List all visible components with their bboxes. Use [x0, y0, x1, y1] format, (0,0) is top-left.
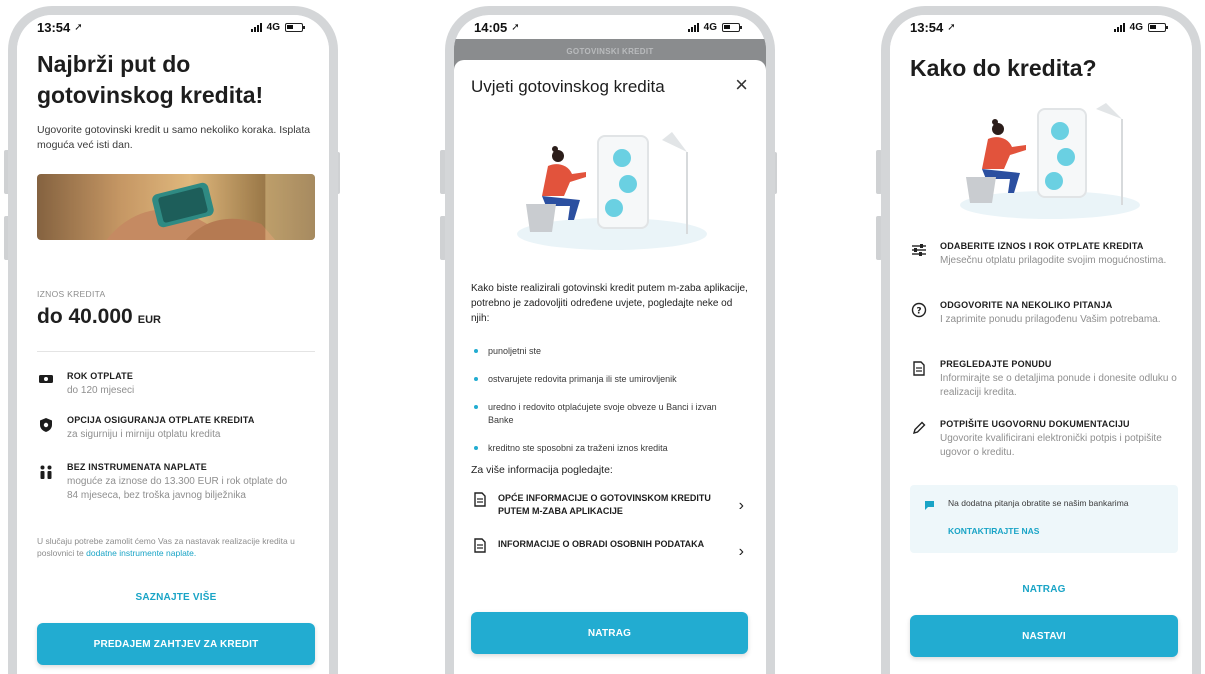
feature-title: OPCIJA OSIGURANJA OTPLATE KREDITA	[67, 415, 255, 425]
step-review-offer: PREGLEDAJTE PONUDU Informirajte se o det…	[910, 359, 1178, 400]
list-item: punoljetni ste	[474, 345, 742, 358]
amount-label: IZNOS KREDITA	[37, 289, 106, 299]
document-icon	[474, 538, 486, 553]
status-bar: 13:54 ➚ 4G	[17, 15, 329, 39]
status-bar: 14:05 ➚ 4G	[454, 15, 766, 39]
feature-desc: do 120 mjeseci	[67, 385, 135, 396]
feature-title: ROK OTPLATE	[67, 371, 134, 381]
list-item: kreditno ste sposobni za traženi iznos k…	[474, 442, 742, 455]
network-label: 4G	[1129, 21, 1143, 33]
conditions-intro: Kako biste realizirali gotovinski kredit…	[471, 283, 748, 324]
battery-icon	[285, 22, 305, 32]
general-info-doc-link[interactable]: OPĆE INFORMACIJE O GOTOVINSKOM KREDITU P…	[474, 492, 744, 518]
banknote-icon	[37, 371, 55, 398]
location-arrow-icon: ➚	[947, 21, 956, 33]
step-answer-questions: ? ODGOVORITE NA NEKOLIKO PITANJA I zapri…	[910, 300, 1178, 327]
feature-desc: za sigurniju i mirniju otplatu kredita	[67, 429, 221, 440]
divider	[37, 351, 315, 352]
footnote: U slučaju potrebe zamolit ćemo Vas za na…	[37, 535, 315, 559]
contact-banner: Na dodatna pitanja obratite se našim ban…	[910, 485, 1178, 553]
intro-text: Ugovorite gotovinski kredit u samo nekol…	[37, 124, 311, 151]
step-desc: Informirajte se o detaljima ponude i don…	[940, 373, 1177, 398]
status-time: 13:54	[37, 19, 71, 35]
loan-illustration	[950, 101, 1150, 226]
pen-icon	[910, 419, 928, 460]
contact-text: Na dodatna pitanja obratite se našim ban…	[948, 498, 1129, 508]
screen-loan-conditions: 14:05 ➚ 4G GOTOVINSKI KREDIT Uvjeti gotov…	[454, 15, 766, 674]
contact-us-link[interactable]: KONTAKTIRAJTE NAS	[948, 526, 1039, 536]
step-sign-documents: POTPIŠITE UGOVORNU DOKUMENTACIJU Ugovori…	[910, 419, 1178, 460]
step-title: ODGOVORITE NA NEKOLIKO PITANJA	[940, 300, 1113, 310]
network-label: 4G	[266, 21, 280, 33]
feature-insurance: OPCIJA OSIGURANJA OTPLATE KREDITA za sig…	[37, 415, 315, 442]
more-info-heading: Za više informacija pogledajte:	[471, 464, 613, 476]
amount-value: do 40.000	[37, 305, 133, 328]
continue-button[interactable]: NASTAVI	[910, 615, 1178, 657]
back-button[interactable]: NATRAG	[910, 584, 1178, 595]
amount-display: do 40.000 EUR	[37, 305, 161, 329]
status-bar: 13:54 ➚ 4G	[890, 15, 1192, 39]
location-arrow-icon: ➚	[74, 21, 83, 33]
feature-no-collateral: BEZ INSTRUMENATA NAPLATE moguće za iznos…	[37, 462, 315, 503]
document-icon	[910, 359, 928, 400]
step-title: ODABERITE IZNOS I ROK OTPLATE KREDITA	[940, 241, 1144, 251]
signal-icon	[687, 22, 699, 32]
screen-how-to-get-loan: 13:54 ➚ 4G Kako do kredita? ODABERITE IZ…	[890, 15, 1192, 674]
status-time: 14:05	[474, 19, 508, 35]
doc-link-label: INFORMACIJE O OBRADI OSOBNIH PODATAKA	[498, 539, 705, 549]
learn-more-button[interactable]: SAZNAJTE VIŠE	[37, 592, 315, 603]
phone-frame-3: 13:54 ➚ 4G Kako do kredita? ODABERITE IZ…	[881, 6, 1201, 674]
modal-title: Uvjeti gotovinskog kredita	[471, 77, 665, 96]
network-label: 4G	[703, 21, 717, 33]
step-desc: Ugovorite kvalificirani elektronički pot…	[940, 433, 1162, 458]
step-title: POTPIŠITE UGOVORNU DOKUMENTACIJU	[940, 419, 1130, 429]
step-desc: I zaprimite ponudu prilagođenu Vašim pot…	[940, 314, 1161, 325]
battery-icon	[1148, 22, 1168, 32]
phone-frame-1: 13:54 ➚ 4G Najbrži put do gotovinskog kre…	[8, 6, 338, 674]
submit-loan-request-button[interactable]: PREDAJEM ZAHTJEV ZA KREDIT	[37, 623, 315, 665]
privacy-doc-link[interactable]: INFORMACIJE O OBRADI OSOBNIH PODATAKA ›	[474, 538, 744, 560]
list-item: ostvarujete redovita primanja ili ste um…	[474, 373, 742, 386]
amount-currency: EUR	[137, 314, 161, 326]
conditions-modal: Uvjeti gotovinskog kredita × Kako biste …	[454, 60, 766, 674]
page-title: Kako do kredita?	[910, 55, 1097, 81]
sliders-icon	[910, 241, 928, 268]
collateral-link[interactable]: dodatne instrumente naplate.	[86, 548, 196, 558]
question-icon: ?	[910, 300, 928, 327]
step-desc: Mjesečnu otplatu prilagodite svojim mogu…	[940, 255, 1167, 266]
signal-icon	[1113, 22, 1125, 32]
phone-frame-2: 14:05 ➚ 4G GOTOVINSKI KREDIT Uvjeti gotov…	[445, 6, 775, 674]
list-item: uredno i redovito otplaćujete svoje obve…	[474, 401, 742, 427]
signal-icon	[250, 22, 262, 32]
back-button[interactable]: NATRAG	[471, 612, 748, 654]
people-icon	[37, 462, 55, 503]
chevron-right-icon: ›	[738, 497, 744, 514]
step-choose-amount: ODABERITE IZNOS I ROK OTPLATE KREDITA Mj…	[910, 241, 1178, 268]
shield-icon	[37, 415, 55, 442]
status-time: 13:54	[910, 19, 944, 35]
chat-icon	[924, 498, 935, 516]
hero-photo	[37, 174, 315, 240]
page-title: Najbrži put do gotovinskog kredita!	[37, 51, 264, 108]
loan-illustration	[512, 122, 712, 257]
close-icon[interactable]: ×	[735, 72, 748, 98]
location-arrow-icon: ➚	[511, 21, 520, 33]
chevron-right-icon: ›	[738, 543, 744, 560]
svg-text:?: ?	[916, 307, 921, 317]
conditions-list: punoljetni ste ostvarujete redovita prim…	[474, 345, 742, 470]
feature-title: BEZ INSTRUMENATA NAPLATE	[67, 462, 207, 472]
step-title: PREGLEDAJTE PONUDU	[940, 359, 1052, 369]
document-icon	[474, 492, 486, 507]
feature-desc: moguće za iznose do 13.300 EUR i rok otp…	[67, 476, 288, 501]
battery-icon	[722, 22, 742, 32]
feature-repayment-term: ROK OTPLATE do 120 mjeseci	[37, 371, 315, 398]
doc-link-label: OPĆE INFORMACIJE O GOTOVINSKOM KREDITU P…	[498, 493, 711, 516]
screen-loan-intro: 13:54 ➚ 4G Najbrži put do gotovinskog kre…	[17, 15, 329, 674]
